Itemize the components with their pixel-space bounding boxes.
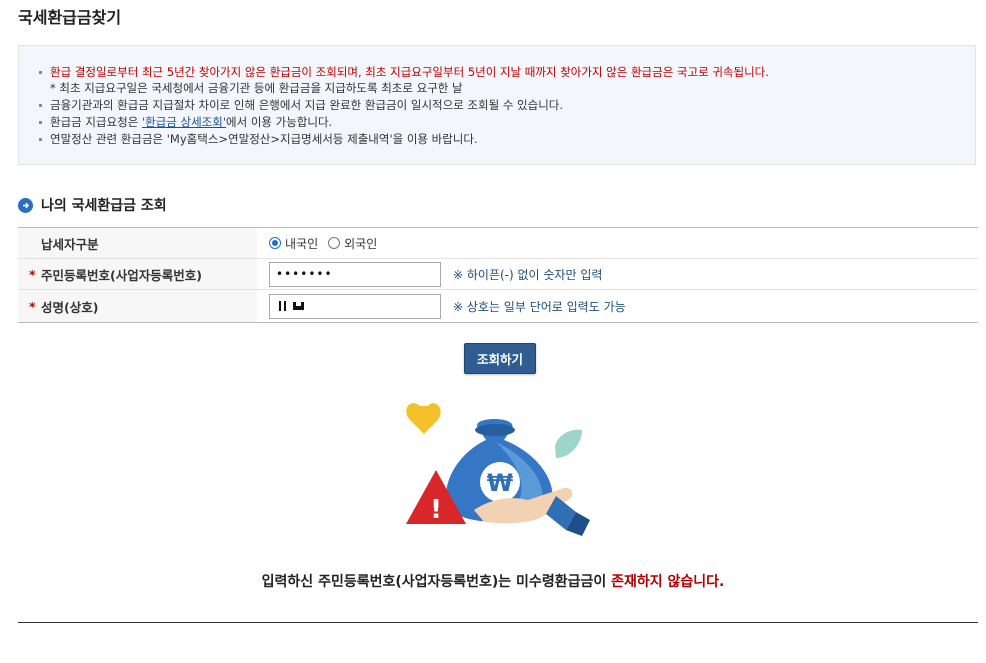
notice-line-request: 환급금 지급요청은 '환급금 상세조회'에서 이용 가능합니다. [39, 114, 769, 130]
radio-foreign-label[interactable]: 외국인 [344, 235, 377, 252]
page-title: 국세환급금찾기 [18, 8, 122, 27]
radio-domestic-label[interactable]: 내국인 [285, 235, 318, 252]
name-value-cell: ※ 상호는 일부 단어로 입력도 가능 [257, 290, 978, 322]
radio-domestic[interactable] [269, 237, 281, 249]
rrn-label-cell: * 주민등록번호(사업자등록번호) [18, 259, 257, 289]
rrn-value-cell: ••••••• ※ 하이픈(-) 없이 숫자만 입력 [257, 259, 978, 289]
won-symbol: ₩ [487, 469, 514, 497]
search-form: 납세자구분 내국인 외국인 * 주민등록번호(사업자등록번호) ••••••• … [18, 227, 978, 323]
search-button[interactable]: 조회하기 [464, 343, 536, 374]
rrn-hint: ※ 하이픈(-) 없이 숫자만 입력 [453, 267, 603, 282]
notice-request-post: 에서 이용 가능합니다. [226, 115, 333, 129]
divider [18, 622, 978, 623]
masked-name-icon [279, 301, 304, 311]
name-input[interactable] [269, 293, 441, 319]
money-bag-with-won-icon: ₩ ! [406, 403, 590, 536]
required-mark: * [29, 266, 36, 282]
section-title: 나의 국세환급금 조회 [41, 198, 167, 214]
radio-foreign[interactable] [328, 237, 341, 249]
name-label-cell: * 성명(상호) [18, 290, 257, 322]
form-row-taxpayer-type: 납세자구분 내국인 외국인 [18, 228, 978, 259]
notice-line-bank: 금융기관과의 환급금 지급절차 차이로 인해 은행에서 지급 완료한 환급금이 … [39, 97, 769, 113]
required-mark: * [29, 298, 36, 314]
taxpayer-type-options: 내국인 외국인 [257, 228, 978, 258]
name-label: 성명(상호) [41, 299, 99, 315]
form-row-name: * 성명(상호) ※ 상호는 일부 단어로 입력도 가능 [18, 290, 978, 322]
warning-symbol: ! [430, 495, 442, 525]
form-row-rrn: * 주민등록번호(사업자등록번호) ••••••• ※ 하이픈(-) 없이 숫자… [18, 259, 978, 290]
rrn-label: 주민등록번호(사업자등록번호) [41, 267, 202, 283]
notice-line-expiry-sub: * 최초 지급요구일은 국세청에서 금융기관 등에 환급금을 지급하도록 최초로… [50, 81, 463, 95]
name-hint: ※ 상호는 일부 단어로 입력도 가능 [453, 299, 626, 314]
result-message-emphasis: 존재하지 않습니다. [611, 574, 725, 590]
notice-line-yearend: 연말정산 관련 환급금은 'My홈택스>연말정산>지급명세서등 제출내역'을 이… [39, 131, 769, 147]
notice-box: 환급 결정일로부터 최근 5년간 찾아가지 않은 환급금이 조회되며, 최초 지… [18, 45, 976, 165]
notice-request-pre: 환급금 지급요청은 [50, 115, 142, 129]
result-message-text: 입력하신 주민등록번호(사업자등록번호)는 미수령환급금이 [261, 574, 612, 590]
rrn-input[interactable]: ••••••• [269, 261, 441, 287]
result-message: 입력하신 주민등록번호(사업자등록번호)는 미수령환급금이 존재하지 않습니다. [0, 571, 986, 591]
heart-icon [406, 403, 441, 434]
refund-detail-link[interactable]: '환급금 상세조회' [142, 115, 226, 129]
taxpayer-type-label: 납세자구분 [18, 228, 257, 258]
section-heading: 나의 국세환급금 조회 [18, 195, 167, 215]
notice-line-expiry: 환급 결정일로부터 최근 5년간 찾아가지 않은 환급금이 조회되며, 최초 지… [39, 64, 769, 80]
arrow-circle-icon [18, 197, 33, 213]
leaf-icon [555, 429, 582, 458]
